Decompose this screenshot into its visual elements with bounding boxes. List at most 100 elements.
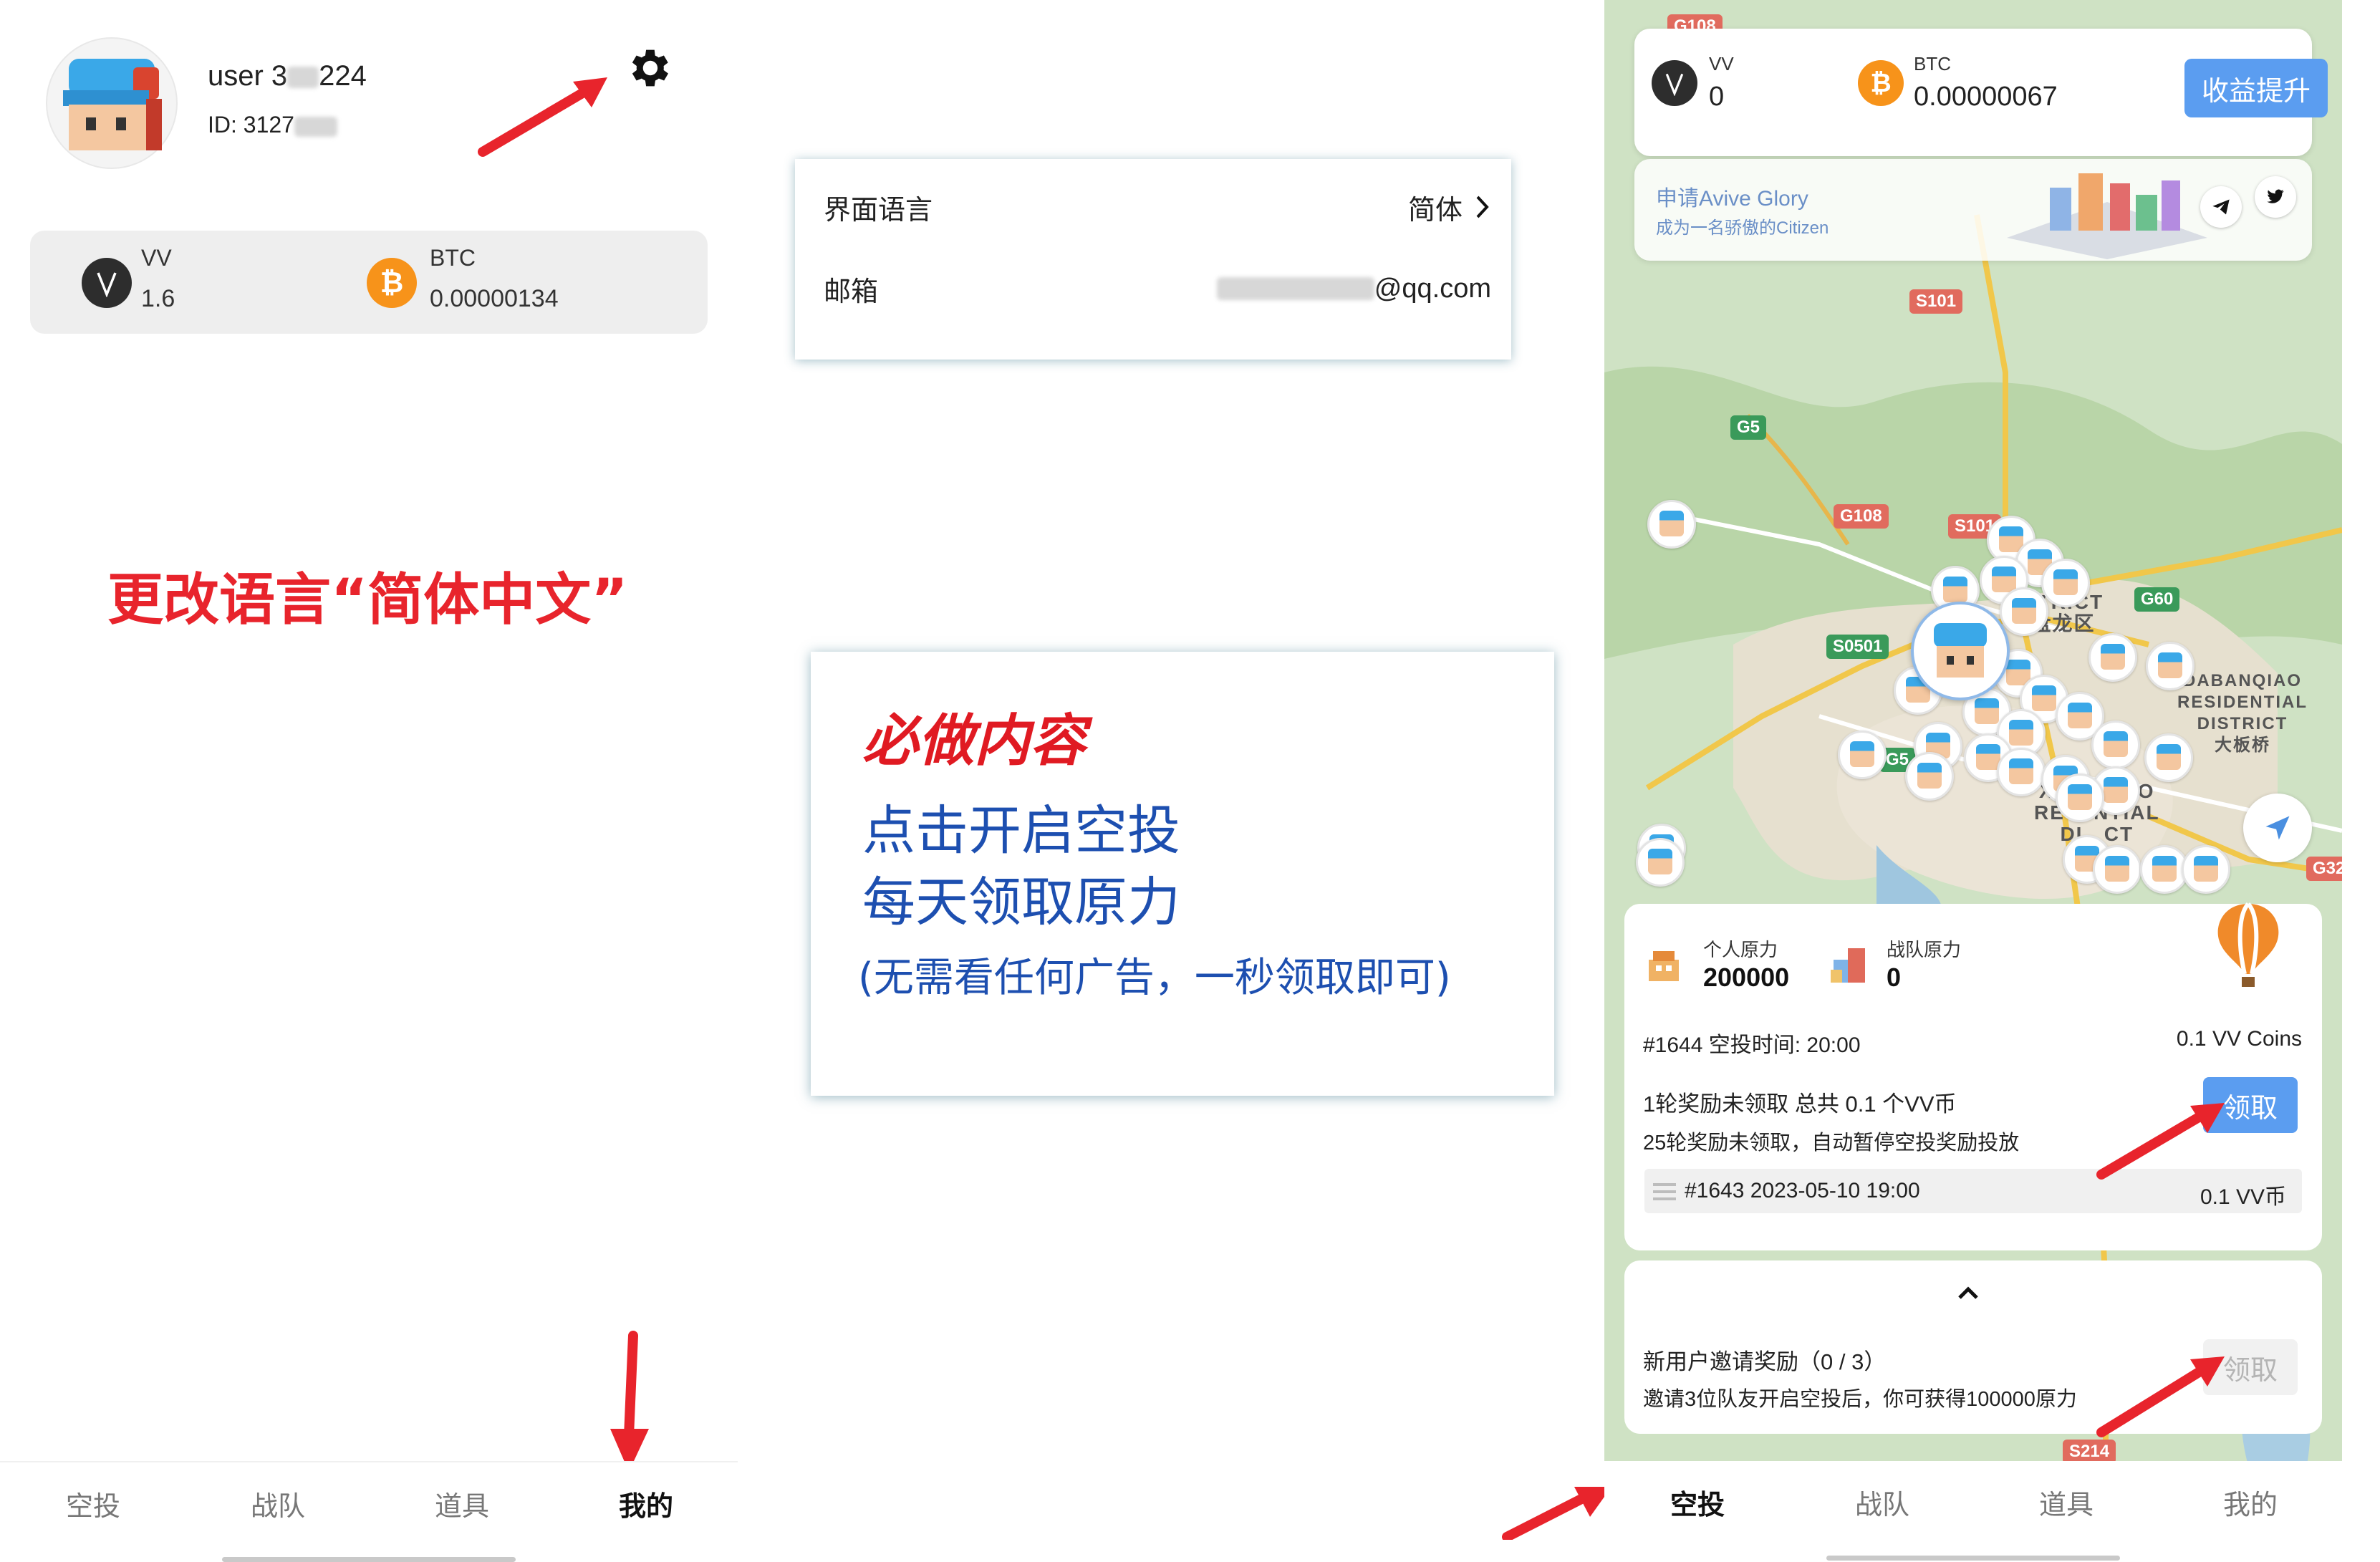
annotation-arrow-to-gear <box>478 77 607 157</box>
shop-marker[interactable] <box>1905 752 1954 801</box>
twitter-icon[interactable] <box>2255 176 2296 218</box>
shop-marker[interactable] <box>2144 733 2193 782</box>
annotation-arrow-to-airdrop-tab <box>1502 1487 1611 1540</box>
navigation-arrow-icon <box>2265 816 2290 840</box>
redacted-email <box>1216 277 1374 300</box>
shop-marker[interactable] <box>2056 773 2104 822</box>
tab-mine[interactable]: 我的 <box>2179 1483 2322 1522</box>
btc-balance: 0.00000134 <box>430 285 559 312</box>
annotation-arrow-to-invite-claim <box>2096 1356 2225 1437</box>
redacted-id <box>294 116 337 137</box>
email-label: 邮箱 <box>824 276 879 307</box>
tab-airdrop[interactable]: 空投 <box>21 1484 165 1523</box>
shop-marker[interactable] <box>2088 633 2137 682</box>
chevron-up-icon[interactable] <box>1954 1282 1982 1302</box>
annotation-arrow-to-mine-tab <box>610 1331 649 1472</box>
telegram-icon[interactable] <box>2200 186 2242 228</box>
avatar[interactable] <box>46 37 178 169</box>
shop-marker[interactable] <box>1636 838 1685 887</box>
shop-marker[interactable] <box>2041 559 2090 607</box>
team-force-value: 0 <box>1887 963 1902 992</box>
tab-team[interactable]: 战队 <box>206 1484 350 1523</box>
tab-tools[interactable]: 道具 <box>1995 1483 2138 1522</box>
btc-label: BTC <box>430 245 476 271</box>
avive-glory-banner[interactable]: 申请Avive Glory 成为一名骄傲的Citizen <box>1634 159 2312 261</box>
shop-marker[interactable] <box>2093 845 2141 894</box>
shop-marker[interactable] <box>1838 731 1887 779</box>
glory-subtitle: 成为一名骄傲的Citizen <box>1656 218 1829 238</box>
road-badge: S214 <box>2063 1440 2116 1464</box>
shop-marker[interactable] <box>2000 587 2048 636</box>
city-illustration-icon <box>2007 173 2207 259</box>
history-amount: 0.1 VV币 <box>2200 1185 2286 1209</box>
shop-marker[interactable] <box>1997 748 2046 796</box>
shop-marker[interactable] <box>2182 845 2230 894</box>
email-row[interactable]: 邮箱 @qq.com <box>824 264 1491 314</box>
email-value: @qq.com <box>1374 273 1491 304</box>
settings-gear-icon[interactable] <box>623 43 673 93</box>
road-badge: G60 <box>2134 587 2180 612</box>
unclaimed-rewards: 1轮奖励未领取 总共 0.1 个VV币 <box>1643 1091 1957 1117</box>
history-round: #1643 2023-05-10 19:00 <box>1685 1179 1920 1202</box>
left-bottom-nav: 空投 战队 道具 我的 <box>0 1461 738 1562</box>
locate-me-button[interactable] <box>2243 794 2312 862</box>
my-shop-marker[interactable] <box>1911 602 2010 700</box>
district-label: DABANQIAO RESIDENTIAL DISTRICT 大板桥 <box>2177 671 2308 755</box>
nav-scroll-indicator <box>222 1557 516 1562</box>
vv-balance: 1.6 <box>141 285 175 312</box>
personal-force-value: 200000 <box>1703 963 1790 992</box>
must-do-card: 必做内容 点击开启空投 每天领取原力 (无需看任何广告，一秒领取即可) <box>811 652 1554 1096</box>
hot-air-balloon-icon <box>2217 902 2279 987</box>
language-label: 界面语言 <box>824 195 933 226</box>
invite-title: 新用户邀请奖励（0 / 3） <box>1643 1349 1887 1374</box>
road-badge: S101 <box>1909 289 1963 314</box>
airdrop-card: 个人原力 200000 战队原力 0 #1644 空投时间: 20:00 0.1… <box>1624 902 2322 1250</box>
road-badge: G5 <box>1730 415 1767 440</box>
tab-tools[interactable]: 道具 <box>390 1484 534 1523</box>
airdrop-pause-note: 25轮奖励未领取，自动暂停空投奖励投放 <box>1643 1132 2020 1154</box>
username: user 3 224 <box>208 60 367 92</box>
btc-coin-icon: ₿ <box>1858 60 1904 106</box>
team-force-icon <box>1831 948 1865 983</box>
tab-mine[interactable]: 我的 <box>574 1484 718 1523</box>
road-badge: G108 <box>1834 504 1889 529</box>
personal-force-icon <box>1649 951 1679 981</box>
change-language-caption: 更改语言“简体中文” <box>107 568 628 632</box>
chevron-right-icon <box>1476 196 1489 218</box>
btc-coin-icon: ₿ <box>367 258 417 308</box>
annotation-arrow-to-claim <box>2096 1103 2225 1180</box>
invite-description: 邀请3位队友开启空投后，你可获得100000原力 <box>1643 1388 2077 1411</box>
list-icon <box>1653 1183 1676 1200</box>
glory-title: 申请Avive Glory <box>1656 187 1808 211</box>
instruction-line-2: 每天领取原力 <box>862 872 1180 933</box>
boost-earnings-button[interactable]: 收益提升 <box>2184 59 2328 117</box>
btc-label: BTC <box>1914 53 1951 74</box>
must-do-title: 必做内容 <box>862 709 1087 773</box>
road-badge: S0501 <box>1826 635 1889 659</box>
vv-label: VV <box>1709 53 1734 74</box>
avatar-shop-icon <box>63 59 162 150</box>
shop-marker[interactable] <box>1647 500 1696 549</box>
airdrop-round: #1644 空投时间: 20:00 <box>1643 1033 1861 1057</box>
shop-marker[interactable] <box>2146 642 2194 690</box>
btc-balance: 0.00000067 <box>1914 82 2058 112</box>
language-row[interactable]: 界面语言 简体 <box>824 182 1491 232</box>
road-badge: G32 <box>2306 857 2342 881</box>
personal-force-label: 个人原力 <box>1703 939 1778 960</box>
vv-balance: 0 <box>1709 82 1725 112</box>
team-force-label: 战队原力 <box>1887 939 1962 960</box>
settings-card: 界面语言 简体 邮箱 @qq.com <box>795 159 1511 360</box>
instruction-note: (无需看任何广告，一秒领取即可) <box>858 955 1451 1001</box>
redacted-username <box>287 67 319 89</box>
user-id: ID: 3127 <box>208 112 337 138</box>
vv-label: VV <box>141 245 172 271</box>
top-balance-card: VV 0 ₿ BTC 0.00000067 收益提升 <box>1634 29 2328 156</box>
balance-card: VV 1.6 ₿ BTC 0.00000134 <box>30 231 708 334</box>
vv-coin-icon <box>82 258 132 308</box>
tab-team[interactable]: 战队 <box>1811 1483 1954 1522</box>
airdrop-amount: 0.1 VV Coins <box>2176 1027 2302 1051</box>
nav-scroll-indicator <box>1826 1556 2120 1561</box>
shop-marker[interactable] <box>2091 720 2140 769</box>
tab-airdrop[interactable]: 空投 <box>1626 1483 1769 1522</box>
airdrop-screen: G108 S101 G5 G108 S101 S0501 G60 G5 G32 … <box>1604 0 2342 1468</box>
